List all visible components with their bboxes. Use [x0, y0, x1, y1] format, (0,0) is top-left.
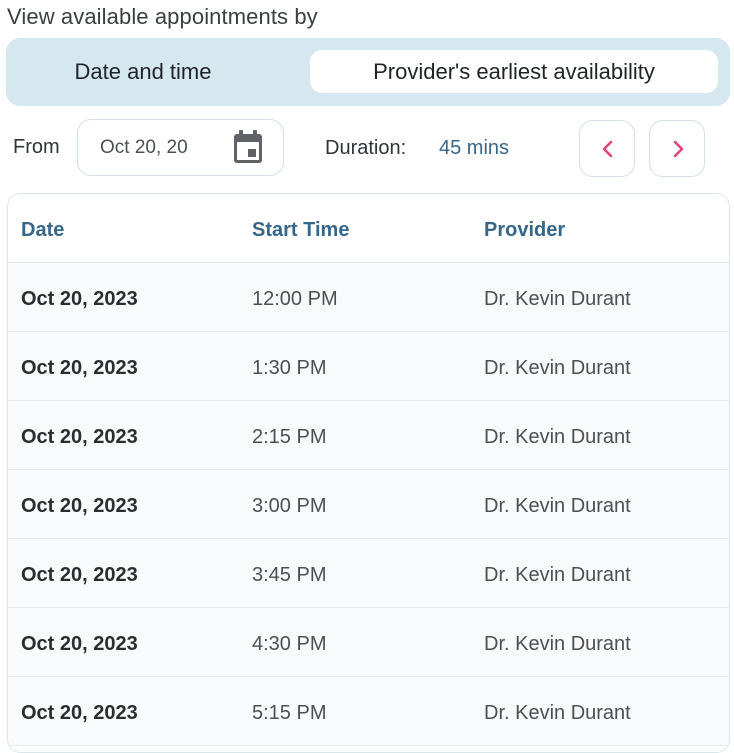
row-start-time: 2:15 PM: [252, 426, 327, 448]
row-provider: Dr. Kevin Durant: [484, 357, 631, 379]
row-date: Oct 20, 2023: [21, 426, 138, 448]
table-row[interactable]: Oct 20, 2023 5:15 PM Dr. Kevin Durant: [8, 677, 729, 746]
row-provider: Dr. Kevin Durant: [484, 702, 631, 724]
row-date: Oct 20, 2023: [21, 288, 138, 310]
table-header: Date Start Time Provider: [8, 194, 729, 263]
column-header-start-time[interactable]: Start Time: [252, 219, 349, 242]
row-start-time: 4:30 PM: [252, 633, 327, 655]
row-provider: Dr. Kevin Durant: [484, 633, 631, 655]
row-start-time: 1:30 PM: [252, 357, 327, 379]
column-header-provider[interactable]: Provider: [484, 219, 565, 242]
column-header-date[interactable]: Date: [21, 219, 64, 242]
table-row[interactable]: Oct 20, 2023 1:30 PM Dr. Kevin Durant: [8, 332, 729, 401]
from-date-value: Oct 20, 20: [100, 137, 188, 158]
chevron-right-icon: [673, 140, 684, 158]
row-start-time: 3:45 PM: [252, 564, 327, 586]
row-start-time: 3:00 PM: [252, 495, 327, 517]
view-toggle: Date and time Provider's earliest availa…: [6, 38, 730, 106]
row-provider: Dr. Kevin Durant: [484, 288, 631, 310]
row-provider: Dr. Kevin Durant: [484, 495, 631, 517]
from-label: From: [13, 136, 60, 158]
row-date: Oct 20, 2023: [21, 564, 138, 586]
table-row[interactable]: Oct 20, 2023 2:15 PM Dr. Kevin Durant: [8, 401, 729, 470]
table-row[interactable]: Oct 20, 2023 3:45 PM Dr. Kevin Durant: [8, 539, 729, 608]
duration-value[interactable]: 45 mins: [439, 137, 509, 160]
duration-label: Duration:: [325, 137, 407, 159]
calendar-icon[interactable]: [232, 129, 264, 165]
row-date: Oct 20, 2023: [21, 357, 138, 379]
table-row[interactable]: Oct 20, 2023 3:00 PM Dr. Kevin Durant: [8, 470, 729, 539]
toggle-date-and-time[interactable]: Date and time: [16, 50, 270, 93]
row-date: Oct 20, 2023: [21, 495, 138, 517]
from-date-field[interactable]: Oct 20, 20: [77, 119, 284, 176]
row-provider: Dr. Kevin Durant: [484, 426, 631, 448]
row-provider: Dr. Kevin Durant: [484, 564, 631, 586]
toggle-provider-earliest[interactable]: Provider's earliest availability: [310, 50, 718, 93]
page-heading: View available appointments by: [7, 4, 318, 29]
chevron-left-icon: [602, 140, 613, 158]
row-start-time: 12:00 PM: [252, 288, 338, 310]
table-row[interactable]: Oct 20, 2023 4:30 PM Dr. Kevin Durant: [8, 608, 729, 677]
row-start-time: 5:15 PM: [252, 702, 327, 724]
row-date: Oct 20, 2023: [21, 633, 138, 655]
row-date: Oct 20, 2023: [21, 702, 138, 724]
next-button[interactable]: [649, 120, 705, 177]
previous-button[interactable]: [579, 120, 635, 177]
appointments-table: Date Start Time Provider Oct 20, 2023 12…: [7, 193, 730, 753]
table-row[interactable]: Oct 20, 2023 12:00 PM Dr. Kevin Durant: [8, 263, 729, 332]
